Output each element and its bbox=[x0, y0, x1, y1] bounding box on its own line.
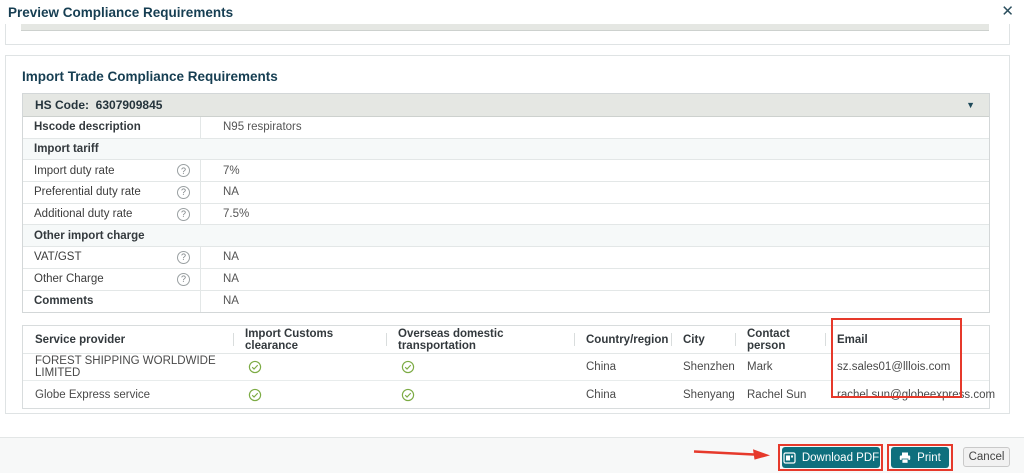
provider-row: FOREST SHIPPING WORLDWIDE LIMITED China Sh… bbox=[23, 354, 989, 382]
hs-rows-container: Hscode description N95 respirators Import … bbox=[23, 117, 989, 313]
provider-name: Globe Express service bbox=[35, 388, 151, 401]
provider-row: Globe Express service China Shenyang Rachel… bbox=[23, 381, 996, 408]
dialog-title: Preview Compliance Requirements bbox=[8, 5, 234, 20]
hs-field-row: Other Charge? NA bbox=[23, 268, 989, 291]
hs-row-label: Preferential duty rate bbox=[34, 186, 141, 199]
hs-row-label-cell: Import duty rate? bbox=[23, 160, 201, 182]
hs-row-label: Additional duty rate bbox=[34, 208, 133, 221]
collapse-chevron-icon[interactable]: ▼ bbox=[966, 100, 975, 110]
overseas-transport-check bbox=[386, 381, 574, 408]
scrolled-section-header-bar bbox=[21, 24, 989, 31]
hs-row-label: Import duty rate bbox=[34, 164, 115, 177]
provider-contact: Rachel Sun bbox=[747, 388, 807, 401]
help-icon[interactable]: ? bbox=[177, 185, 190, 199]
provider-column-header: Email bbox=[825, 326, 991, 353]
hs-row-label: Comments bbox=[34, 295, 94, 308]
hs-row-label: Other Charge bbox=[34, 273, 104, 286]
hs-row-value: NA bbox=[223, 251, 239, 264]
scrolled-previous-section bbox=[5, 24, 1010, 45]
hs-code-text: HS Code: 6307909845 bbox=[35, 98, 163, 112]
check-circle-icon bbox=[401, 388, 415, 401]
download-pdf-button[interactable]: Download PDF bbox=[782, 447, 880, 468]
provider-country: China bbox=[586, 361, 617, 374]
hs-row-label: Hscode description bbox=[34, 121, 141, 134]
provider-column-header: Overseas domestic transportation bbox=[386, 326, 574, 353]
hs-code-header[interactable]: HS Code: 6307909845 ▼ bbox=[23, 94, 989, 117]
help-icon[interactable]: ? bbox=[177, 164, 190, 178]
provider-table-header: Service provider Import Customs clearance… bbox=[23, 326, 991, 355]
printer-icon bbox=[899, 452, 911, 464]
hs-section-row: Other import charge bbox=[23, 225, 989, 248]
pdf-file-icon bbox=[783, 451, 796, 464]
hs-row-value: N95 respirators bbox=[223, 121, 302, 134]
hs-row-label-cell: Hscode description bbox=[23, 117, 201, 138]
hs-row-label-cell: Comments bbox=[23, 290, 201, 313]
download-pdf-label: Download PDF bbox=[801, 451, 880, 464]
provider-column-header: Service provider bbox=[35, 333, 126, 346]
provider-column-header: City bbox=[671, 326, 735, 353]
hs-field-row: VAT/GST? NA bbox=[23, 247, 989, 269]
hs-section-label: Other import charge bbox=[34, 229, 145, 242]
provider-city: Shenzhen bbox=[683, 361, 735, 374]
hs-field-row: Comments NA bbox=[23, 290, 989, 313]
hs-row-label: VAT/GST bbox=[34, 251, 82, 264]
import-customs-check bbox=[233, 354, 386, 380]
hs-row-value: NA bbox=[223, 273, 239, 286]
provider-city: Shenyang bbox=[683, 388, 735, 401]
provider-email: sz.sales01@lllois.com bbox=[837, 361, 951, 374]
hs-section-label: Import tariff bbox=[34, 143, 99, 156]
hs-row-value: 7% bbox=[223, 164, 240, 177]
hs-row-label-cell: Preferential duty rate? bbox=[23, 182, 201, 203]
section-heading: Import Trade Compliance Requirements bbox=[22, 69, 278, 84]
service-provider-table: Service provider Import Customs clearance… bbox=[22, 325, 996, 410]
print-label: Print bbox=[917, 451, 941, 464]
provider-country: China bbox=[586, 388, 617, 401]
provider-email: rachel.sun@globeexpress.com bbox=[837, 388, 996, 401]
hs-field-row: Hscode description N95 respirators bbox=[23, 117, 989, 139]
help-icon[interactable]: ? bbox=[177, 207, 190, 221]
help-icon[interactable]: ? bbox=[177, 250, 190, 264]
hs-field-row: Import duty rate? 7% bbox=[23, 160, 989, 183]
cancel-label: Cancel bbox=[968, 451, 1005, 463]
help-icon[interactable]: ? bbox=[177, 272, 190, 286]
overseas-transport-check bbox=[386, 354, 574, 380]
hs-row-label-cell: VAT/GST? bbox=[23, 247, 201, 268]
compliance-card: Import Trade Compliance Requirements HS … bbox=[5, 55, 1010, 414]
hs-section-row: Import tariff bbox=[23, 138, 989, 161]
provider-name: FOREST SHIPPING WORLDWIDE LIMITED bbox=[35, 355, 216, 380]
close-icon[interactable]: ✕ bbox=[1001, 3, 1014, 21]
hs-row-value: NA bbox=[223, 295, 239, 308]
print-button[interactable]: Print bbox=[891, 447, 949, 468]
import-customs-check bbox=[233, 381, 386, 408]
hs-code-table: HS Code: 6307909845 ▼ Hscode description… bbox=[22, 93, 990, 314]
provider-rows-container: FOREST SHIPPING WORLDWIDE LIMITED China Sh… bbox=[23, 354, 996, 408]
provider-contact: Mark bbox=[747, 361, 773, 374]
hs-row-label-cell: Other Charge? bbox=[23, 268, 201, 290]
hs-field-row: Preferential duty rate? NA bbox=[23, 182, 989, 204]
provider-column-header: Country/region bbox=[574, 326, 671, 353]
hs-field-row: Additional duty rate? 7.5% bbox=[23, 203, 989, 226]
provider-column-header: Import Customs clearance bbox=[233, 326, 386, 353]
hs-row-label-cell: Additional duty rate? bbox=[23, 203, 201, 225]
hs-row-value: NA bbox=[223, 186, 239, 199]
provider-column-header: Contact person bbox=[735, 326, 825, 353]
hs-row-value: 7.5% bbox=[223, 208, 250, 221]
cancel-button[interactable]: Cancel bbox=[963, 447, 1010, 467]
check-circle-icon bbox=[248, 388, 262, 401]
check-circle-icon bbox=[248, 361, 262, 374]
check-circle-icon bbox=[401, 361, 415, 374]
